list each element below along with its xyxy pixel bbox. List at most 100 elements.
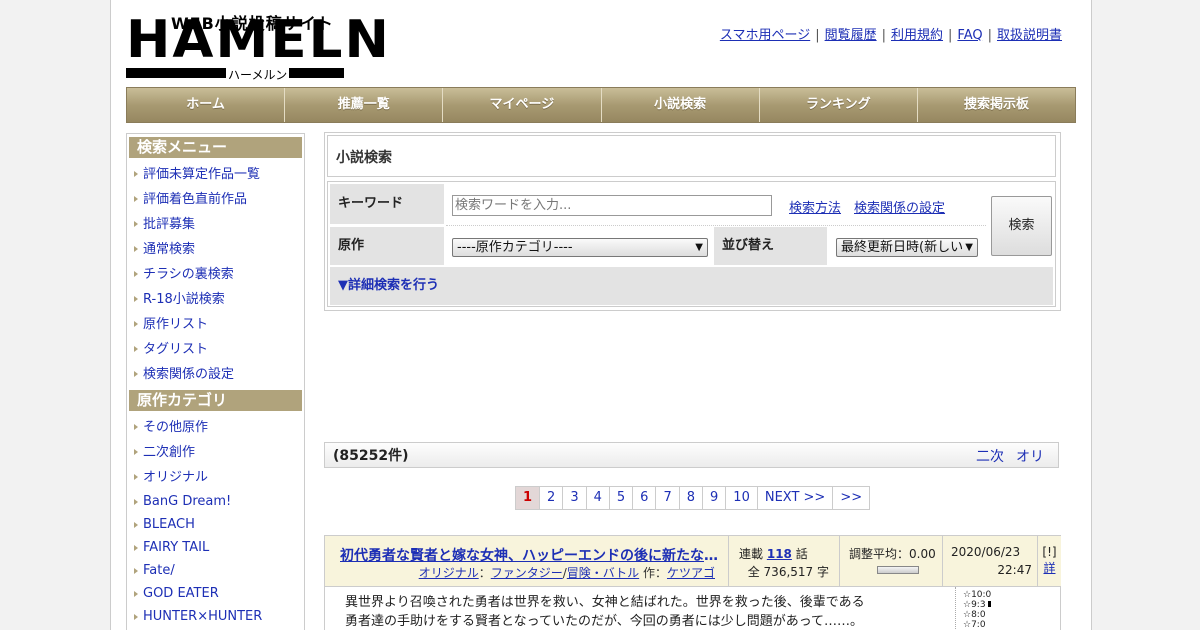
category-item-label[interactable]: その他原作 xyxy=(143,420,208,435)
nav-home[interactable]: ホーム xyxy=(127,88,286,122)
site-logo[interactable]: WEB小説投稿サイト HAMELN ハーメルン xyxy=(126,10,389,83)
category-item-label[interactable]: オリジナル xyxy=(143,470,208,485)
page-link[interactable]: 9 xyxy=(702,486,727,510)
dropdown-arrow-icon: ▼ xyxy=(695,242,703,253)
star-distribution: ☆10:0 ☆9:3 ☆8:0 ☆7:0 xyxy=(955,587,1060,630)
top-link-smartphone[interactable]: スマホ用ページ xyxy=(720,28,810,43)
novel-entry: 初代勇者な賢者と嫁な女神、ハッピーエンドの後に新たな物語 オリジナル：ファンタジ… xyxy=(324,535,1061,630)
category-item-label[interactable]: Fate/ xyxy=(143,563,175,578)
top-link-faq[interactable]: FAQ xyxy=(957,28,982,43)
nav-ranking[interactable]: ランキング xyxy=(759,88,918,122)
novel-title[interactable]: 初代勇者な賢者と嫁な女神、ハッピーエンドの後に新たな物語 xyxy=(340,545,720,565)
sidebar-item[interactable]: チラシの裏検索 xyxy=(133,262,304,287)
page-link[interactable]: 4 xyxy=(585,486,610,510)
pagination: 1 2 3 4 5 6 7 8 9 10 NEXT >> >> xyxy=(515,486,871,510)
star-row: ☆8:0 xyxy=(963,610,986,620)
sidebar-category-list: その他原作 二次創作 オリジナル BanG Dream! BLEACH FAIR… xyxy=(127,415,304,628)
source-label: 原作 xyxy=(330,227,444,265)
top-link-manual[interactable]: 取扱説明書 xyxy=(997,28,1062,43)
sidebar-item[interactable]: 原作リスト xyxy=(133,312,304,337)
search-panel: 小説検索 キーワード 検索ワードを入力... 検索方法 検索関係の設定 原作 -… xyxy=(324,132,1061,311)
page: WEB小説投稿サイト HAMELN ハーメルン スマホ用ページ | 閲覧履歴 | 利用規… xyxy=(110,0,1092,630)
page-link[interactable]: 2 xyxy=(539,486,564,510)
sidebar-item-label[interactable]: タグリスト xyxy=(143,342,208,357)
filter-link-ori[interactable]: オリ xyxy=(1016,449,1044,465)
star-row: ☆7:0 xyxy=(963,620,986,630)
category-item-label[interactable]: GOD EATER xyxy=(143,586,219,601)
logo-kana: ハーメルン xyxy=(226,66,290,83)
filter-link-niji[interactable]: 二次 xyxy=(976,449,1004,465)
keyword-input[interactable]: 検索ワードを入力... xyxy=(452,195,772,216)
nav-search[interactable]: 小説検索 xyxy=(601,88,760,122)
sidebar-item-label[interactable]: 評価着色直前作品 xyxy=(143,192,247,207)
category-item-label[interactable]: FAIRY TAIL xyxy=(143,540,209,555)
category-item-label[interactable]: BanG Dream! xyxy=(143,494,231,509)
sidebar-item-label[interactable]: 批評募集 xyxy=(143,217,195,232)
author-link[interactable]: ケツアゴ xyxy=(667,566,715,580)
sidebar-item-label[interactable]: R-18小説検索 xyxy=(143,292,225,307)
search-settings-link[interactable]: 検索関係の設定 xyxy=(854,197,945,216)
rating-bar xyxy=(877,566,919,574)
page-link[interactable]: 3 xyxy=(562,486,587,510)
category-item-label[interactable]: 二次創作 xyxy=(143,445,195,460)
category-item-label[interactable]: HUNTER×HUNTER xyxy=(143,609,262,624)
count-filter-links: 二次 オリ xyxy=(964,443,1044,471)
category-item[interactable]: BanG Dream! xyxy=(133,490,304,513)
sort-select[interactable]: 最終更新日時(新しい ▼ xyxy=(836,238,978,257)
logo-wordmark: HAMELN xyxy=(126,10,391,70)
detail-link[interactable]: 詳 xyxy=(1043,561,1055,575)
source-select[interactable]: ----原作カテゴリ---- ▼ xyxy=(452,238,708,257)
category-item[interactable]: HUNTER×HUNTER xyxy=(133,605,304,628)
search-method-link[interactable]: 検索方法 xyxy=(789,197,841,216)
page-link[interactable]: 8 xyxy=(678,486,704,510)
category-item[interactable]: その他原作 xyxy=(133,415,304,440)
category-item-label[interactable]: BLEACH xyxy=(143,517,195,532)
star-row: ☆9:3 xyxy=(963,600,1060,610)
detail-search-link[interactable]: ▼詳細検索を行う xyxy=(338,278,439,293)
page-link[interactable]: 7 xyxy=(655,486,680,510)
sidebar-item[interactable]: 批評募集 xyxy=(133,212,304,237)
main-nav: ホーム 推薦一覧 マイページ 小説検索 ランキング 捜索掲示板 xyxy=(126,87,1076,123)
sidebar-category-title: 原作カテゴリ xyxy=(129,390,302,411)
page-link[interactable]: 5 xyxy=(608,486,634,510)
category-item[interactable]: BLEACH xyxy=(133,513,304,536)
sidebar-item-label[interactable]: 通常検索 xyxy=(143,242,195,257)
sidebar-item[interactable]: 評価未算定作品一覧 xyxy=(133,162,304,187)
episode-count-link[interactable]: 118 xyxy=(767,547,792,561)
nav-board[interactable]: 捜索掲示板 xyxy=(917,88,1076,122)
sidebar: 検索メニュー 評価未算定作品一覧 評価着色直前作品 批評募集 通常検索 チラシの… xyxy=(126,133,305,630)
top-link-history[interactable]: 閲覧履歴 xyxy=(825,28,877,43)
search-form: キーワード 検索ワードを入力... 検索方法 検索関係の設定 原作 ----原作… xyxy=(327,181,1056,307)
page-next[interactable]: NEXT >> xyxy=(756,486,834,510)
page-link[interactable]: 6 xyxy=(632,486,657,510)
category-item[interactable]: GOD EATER xyxy=(133,582,304,605)
sort-select-value: 最終更新日時(新しい xyxy=(841,240,964,255)
category-item[interactable]: オリジナル xyxy=(133,465,304,490)
sidebar-item[interactable]: タグリスト xyxy=(133,337,304,362)
novel-meta: オリジナル：ファンタジー/冒険・バトル 作：ケツアゴ xyxy=(418,566,715,580)
sidebar-item-label[interactable]: 評価未算定作品一覧 xyxy=(143,167,260,182)
genre-original-link[interactable]: オリジナル xyxy=(419,566,479,580)
sidebar-item[interactable]: 評価着色直前作品 xyxy=(133,187,304,212)
search-title: 小説検索 xyxy=(327,135,1056,177)
sidebar-item[interactable]: 検索関係の設定 xyxy=(133,362,304,387)
nav-mypage[interactable]: マイページ xyxy=(443,88,602,122)
page-link[interactable]: 10 xyxy=(725,486,758,510)
category-item[interactable]: FAIRY TAIL xyxy=(133,536,304,559)
nav-recommend[interactable]: 推薦一覧 xyxy=(285,88,444,122)
sidebar-item-label[interactable]: チラシの裏検索 xyxy=(143,267,234,282)
page-last[interactable]: >> xyxy=(832,486,871,510)
category-item[interactable]: 二次創作 xyxy=(133,440,304,465)
sidebar-item-label[interactable]: 原作リスト xyxy=(143,317,208,332)
novel-time: 22:47 xyxy=(997,563,1032,577)
report-flag[interactable]: [!] xyxy=(1038,536,1061,559)
sidebar-item[interactable]: R-18小説検索 xyxy=(133,287,304,312)
sidebar-item[interactable]: 通常検索 xyxy=(133,237,304,262)
search-button[interactable]: 検索 xyxy=(991,196,1052,256)
novel-rating: 調整平均：0.00 xyxy=(849,547,936,561)
genre-main-link[interactable]: ファンタジー xyxy=(491,566,563,580)
top-link-terms[interactable]: 利用規約 xyxy=(891,28,943,43)
genre-sub-link[interactable]: 冒険・バトル xyxy=(567,566,639,580)
category-item[interactable]: Fate/ xyxy=(133,559,304,582)
sidebar-item-label[interactable]: 検索関係の設定 xyxy=(143,367,234,382)
